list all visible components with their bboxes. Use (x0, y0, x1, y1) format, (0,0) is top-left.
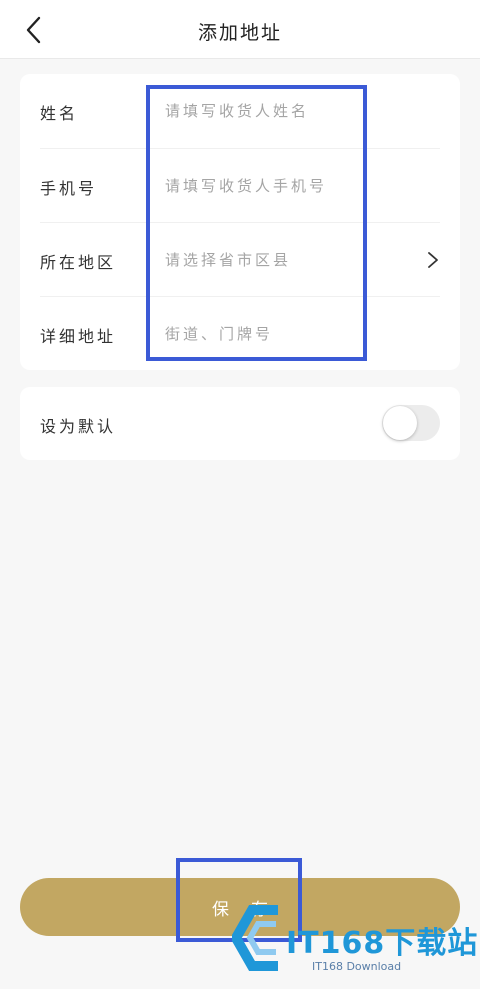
address-form-card: 姓名 手机号 所在地区 详细地址 (20, 74, 460, 370)
address-input[interactable] (165, 319, 365, 349)
header-bar: 添加地址 (0, 0, 480, 59)
default-toggle[interactable] (382, 405, 440, 441)
address-label: 详细地址 (40, 327, 117, 346)
watermark-subtext: IT168 Download (312, 960, 402, 973)
watermark-text: IT168下载站 (286, 926, 479, 961)
default-label: 设为默认 (40, 417, 117, 436)
form-row-region[interactable]: 所在地区 (40, 222, 440, 297)
phone-input[interactable] (165, 171, 365, 201)
page-title: 添加地址 (197, 22, 282, 44)
it168-logo-icon (232, 905, 278, 971)
form-row-phone: 手机号 (40, 148, 440, 223)
form-row-address: 详细地址 (40, 296, 440, 371)
name-input[interactable] (165, 96, 365, 126)
watermark: IT168下载站 IT168 Download (232, 898, 477, 980)
form-row-name: 姓名 (40, 74, 440, 148)
region-selector[interactable] (165, 245, 365, 275)
toggle-knob (383, 406, 417, 440)
phone-label: 手机号 (40, 179, 98, 198)
region-label: 所在地区 (40, 253, 117, 272)
chevron-right-icon (428, 252, 438, 268)
name-label: 姓名 (40, 104, 79, 123)
default-address-card: 设为默认 (20, 387, 460, 460)
